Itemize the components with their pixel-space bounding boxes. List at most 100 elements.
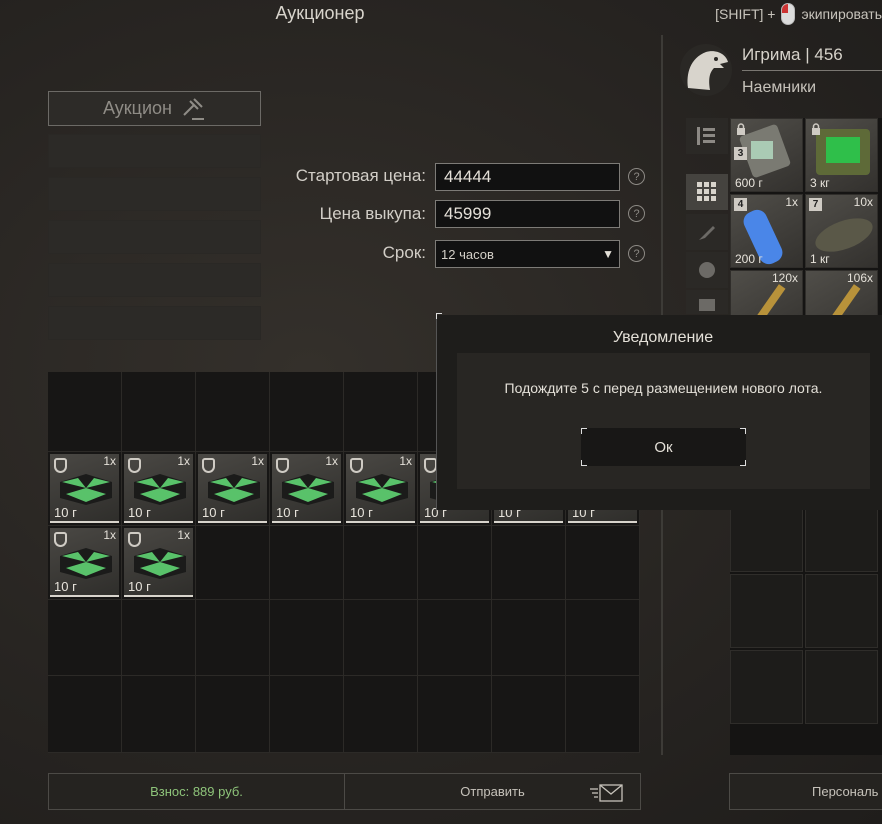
help-icon[interactable]: ? (628, 205, 645, 222)
buyout-price-input[interactable]: 45999 (435, 200, 620, 228)
stash-cell[interactable]: 1x 10 г (122, 452, 196, 526)
send-button-label: Отправить (460, 784, 525, 799)
grid-icon (697, 182, 716, 201)
weapons-tab[interactable] (686, 214, 728, 250)
medkit-icon (699, 299, 715, 311)
stash-cell[interactable] (492, 600, 566, 676)
mouse-icon (781, 3, 796, 25)
shift-hint: [SHIFT] + (715, 6, 776, 22)
auction-slot[interactable] (48, 134, 261, 168)
item-weight: 10 г (128, 579, 151, 594)
stash-cell[interactable] (418, 600, 492, 676)
stash-cell[interactable] (418, 676, 492, 753)
auction-slot[interactable] (48, 306, 261, 340)
item-weight: 10 г (128, 505, 151, 520)
item-quantity: 1x (103, 454, 116, 468)
stash-cell[interactable] (566, 600, 640, 676)
stash-item[interactable]: 1x 10 г (198, 454, 267, 523)
stash-cell[interactable] (492, 526, 566, 600)
item-weight: 10 г (276, 505, 299, 520)
stash-cell[interactable] (122, 676, 196, 753)
stash-cell[interactable] (270, 372, 344, 452)
stash-cell[interactable] (270, 676, 344, 753)
stash-cell[interactable] (48, 372, 122, 452)
stash-cell[interactable] (48, 676, 122, 753)
inventory-cell[interactable] (730, 650, 803, 724)
auction-button[interactable]: Аукцион (48, 91, 261, 126)
bracket-corner (581, 460, 587, 466)
stash-cell[interactable] (196, 676, 270, 753)
medkit-tab[interactable] (686, 290, 728, 314)
stash-cell[interactable]: 1x 10 г (48, 526, 122, 600)
stash-cell[interactable]: 1x 10 г (270, 452, 344, 526)
auction-slot[interactable] (48, 220, 261, 254)
stash-cell[interactable] (270, 600, 344, 676)
grid-view-tab[interactable] (686, 174, 728, 210)
start-price-input[interactable]: 44444 (435, 163, 620, 191)
help-icon[interactable]: ? (628, 245, 645, 262)
item-weight: 3 кг (810, 176, 830, 190)
bottom-bar: Взнос: 889 руб. Отправить (48, 773, 641, 810)
stash-cell[interactable] (492, 676, 566, 753)
stash-cell[interactable] (344, 526, 418, 600)
stash-cell[interactable] (344, 600, 418, 676)
auction-slot[interactable] (48, 263, 261, 297)
help-icon[interactable]: ? (628, 168, 645, 185)
bracket-corner (581, 428, 587, 434)
stash-cell[interactable] (566, 676, 640, 753)
stash-cell[interactable] (196, 600, 270, 676)
stash-cell[interactable] (122, 600, 196, 676)
app-root: Аукционер [SHIFT] + экипировать Аукцион … (0, 0, 882, 824)
artifacts-tab[interactable] (686, 252, 728, 288)
stash-cell[interactable] (566, 526, 640, 600)
stash-item[interactable]: 1x 10 г (50, 454, 119, 523)
stash-cell[interactable] (196, 526, 270, 600)
inventory-item[interactable]: 3 кг (806, 119, 877, 191)
stash-cell[interactable]: 1x 10 г (122, 526, 196, 600)
artifact-icon (699, 262, 715, 278)
start-price-label: Стартовая цена: (295, 166, 426, 185)
auction-slot[interactable] (48, 177, 261, 211)
stash-cell[interactable] (196, 372, 270, 452)
item-quantity: 120x (771, 271, 798, 285)
stash-cell[interactable] (122, 372, 196, 452)
inventory-item[interactable]: 4 1x 200 г (731, 195, 802, 267)
stash-cell[interactable]: 1x 10 г (196, 452, 270, 526)
send-button[interactable]: Отправить (345, 774, 640, 809)
modal-title: Уведомление (612, 329, 714, 346)
stash-item[interactable]: 1x 10 г (346, 454, 415, 523)
sort-tab[interactable] (686, 118, 728, 154)
personal-button[interactable]: Персональ (729, 773, 882, 810)
stash-item[interactable]: 1x 10 г (124, 528, 193, 597)
item-quantity: 1x (251, 454, 264, 468)
knife-icon (699, 226, 715, 240)
stash-cell[interactable] (418, 526, 492, 600)
term-select[interactable]: 12 часов ▼ (435, 240, 620, 268)
inventory-item[interactable]: 7 10x 1 кг (806, 195, 877, 267)
stash-cell[interactable] (344, 372, 418, 452)
inventory-item[interactable]: 3 600 г (731, 119, 802, 191)
sort-icon (697, 127, 715, 145)
stash-cell[interactable] (344, 676, 418, 753)
shield-icon (54, 458, 67, 473)
stash-item[interactable]: 1x 10 г (124, 454, 193, 523)
item-weight: 10 г (350, 505, 373, 520)
inventory-cell[interactable] (730, 574, 803, 648)
stash-item[interactable]: 1x 10 г (50, 528, 119, 597)
stash-cell[interactable]: 1x 10 г (344, 452, 418, 526)
modal-corner (436, 313, 442, 319)
stash-cell[interactable] (270, 526, 344, 600)
item-weight: 10 г (202, 505, 225, 520)
player-name: Игрима | 456 (742, 45, 843, 64)
stash-cell[interactable] (48, 600, 122, 676)
term-label: Срок: (382, 243, 426, 262)
item-weight: 1 кг (810, 252, 830, 266)
lock-icon (737, 123, 745, 135)
stash-cell[interactable]: 1x 10 г (48, 452, 122, 526)
ok-button[interactable]: Ок (581, 428, 746, 466)
case-icon (60, 474, 112, 505)
inventory-cell[interactable] (805, 650, 878, 724)
stash-item[interactable]: 1x 10 г (272, 454, 341, 523)
inventory-cell[interactable] (805, 574, 878, 648)
case-icon (208, 474, 260, 505)
